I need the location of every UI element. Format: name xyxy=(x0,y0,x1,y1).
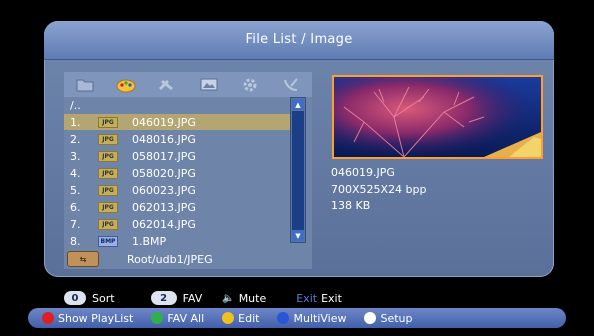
file-name: 046019.JPG xyxy=(132,115,196,129)
current-path: Root/udb1/JPEG xyxy=(127,252,213,266)
header-bar: File List / Image xyxy=(44,21,554,60)
jpg-file-icon: JPG xyxy=(98,201,118,213)
red-key-item[interactable]: Show PlayList xyxy=(42,312,133,325)
green-dot-icon xyxy=(151,312,164,324)
media-toolbar xyxy=(64,72,312,97)
gear-icon[interactable] xyxy=(240,77,260,93)
file-name: 1.BMP xyxy=(132,234,167,248)
page-title: File List / Image xyxy=(245,32,353,47)
item-number: 1. xyxy=(70,115,81,129)
info-size: 138 KB xyxy=(331,199,371,212)
list-item[interactable]: 7. JPG 062014.JPG xyxy=(64,216,290,232)
list-item[interactable]: 5. JPG 060023.JPG xyxy=(64,182,290,198)
jpg-file-icon: JPG xyxy=(98,184,118,196)
red-dot-icon xyxy=(42,312,54,324)
white-dot-icon xyxy=(364,312,377,324)
list-item[interactable]: 4. JPG 058020.JPG xyxy=(64,165,290,181)
sort-label: Sort xyxy=(92,291,115,305)
item-number: 5. xyxy=(70,183,81,197)
file-name: 062013.JPG xyxy=(132,200,196,214)
show-playlist-label: Show PlayList xyxy=(58,311,134,325)
edit-label: Edit xyxy=(238,311,260,325)
item-number: 3. xyxy=(70,149,81,163)
mute-label: Mute xyxy=(238,291,267,305)
file-name: 062014.JPG xyxy=(132,217,196,231)
mute-icon: 🔈 xyxy=(222,292,235,304)
tools-icon[interactable] xyxy=(157,77,177,93)
folder-icon[interactable] xyxy=(75,77,95,93)
file-name: 058020.JPG xyxy=(132,166,196,180)
file-name: 060023.JPG xyxy=(132,183,196,197)
color-key-bar: Show PlayList FAV All Edit MultiView Set… xyxy=(28,308,566,328)
fav-all-label: FAV All xyxy=(167,311,205,325)
list-item[interactable]: 3. JPG 058017.JPG xyxy=(64,148,290,164)
item-number: 6. xyxy=(70,200,81,214)
jpg-file-icon: JPG xyxy=(98,218,118,230)
list-scrollbar[interactable]: ▲ ▼ xyxy=(290,97,306,243)
blue-dot-icon xyxy=(277,312,290,324)
jpg-file-icon: JPG xyxy=(98,133,118,145)
coral-preview-image xyxy=(334,77,541,157)
file-name: 048016.JPG xyxy=(132,132,196,146)
image-preview xyxy=(332,75,543,159)
yellow-key-item[interactable]: Edit xyxy=(222,312,259,325)
file-list: /.. 1. JPG 046019.JPG 2. JPG 048016.JPG … xyxy=(64,97,290,248)
scrollbar-thumb[interactable] xyxy=(292,111,304,231)
image-icon[interactable] xyxy=(199,77,219,93)
list-item[interactable]: 6. JPG 062013.JPG xyxy=(64,199,290,215)
exit-key-button[interactable]: Exit xyxy=(296,292,317,305)
jpg-file-icon: JPG xyxy=(98,150,118,162)
satellite-dish-icon[interactable] xyxy=(281,77,301,93)
fav-label: FAV xyxy=(182,291,203,305)
info-resolution: 700X525X24 bpp xyxy=(331,183,427,196)
list-item[interactable]: 2. JPG 048016.JPG xyxy=(64,131,290,147)
blue-key-item[interactable]: MultiView xyxy=(277,312,346,325)
multiview-label: MultiView xyxy=(293,311,347,325)
jpg-file-icon: JPG xyxy=(98,167,118,179)
file-name: 058017.JPG xyxy=(132,149,196,163)
parent-dir-item[interactable]: /.. xyxy=(64,97,290,113)
path-bar: ⇆ Root/udb1/JPEG xyxy=(64,249,312,269)
scroll-down-arrow-icon[interactable]: ▼ xyxy=(292,230,304,241)
sort-key-button[interactable]: 0 xyxy=(64,291,86,305)
list-item[interactable]: 1. JPG 046019.JPG xyxy=(64,114,290,130)
item-number: 2. xyxy=(70,132,81,146)
paint-palette-icon[interactable] xyxy=(116,77,136,93)
hint-row: 0 Sort 2 FAV 🔈 Mute Exit Exit xyxy=(64,291,342,305)
parent-dir-label: /.. xyxy=(70,98,81,112)
usb-icon: ⇆ xyxy=(67,251,99,267)
item-number: 7. xyxy=(70,217,81,231)
white-key-item[interactable]: Setup xyxy=(364,311,413,325)
exit-label: Exit xyxy=(321,291,342,305)
green-key-item[interactable]: FAV All xyxy=(151,312,204,325)
jpg-file-icon: JPG xyxy=(98,116,118,128)
yellow-dot-icon xyxy=(222,312,235,324)
item-number: 4. xyxy=(70,166,81,180)
list-item[interactable]: 8. BMP 1.BMP xyxy=(64,233,290,249)
scroll-up-arrow-icon[interactable]: ▲ xyxy=(292,99,304,110)
fav-key-button[interactable]: 2 xyxy=(150,291,177,305)
info-filename: 046019.JPG xyxy=(331,166,395,179)
bmp-file-icon: BMP xyxy=(98,235,118,247)
setup-label: Setup xyxy=(380,311,413,325)
item-number: 8. xyxy=(70,234,81,248)
